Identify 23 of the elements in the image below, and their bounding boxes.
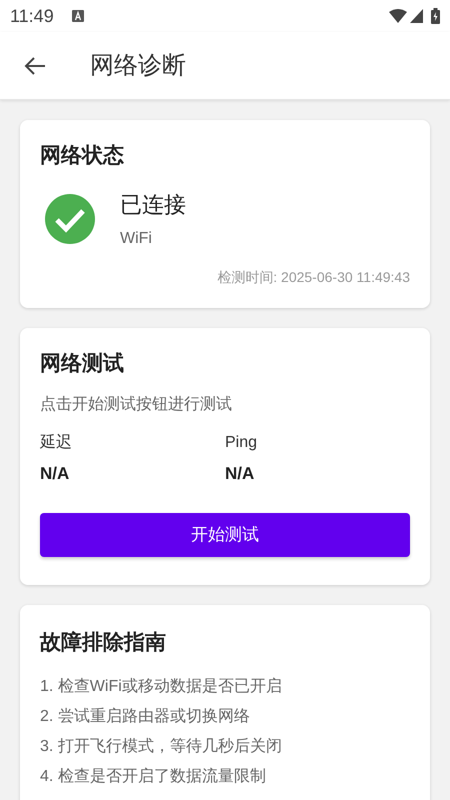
start-test-button[interactable]: 开始测试 [40, 512, 410, 556]
guide-step: 1. 检查WiFi或移动数据是否已开启 [40, 676, 410, 698]
connection-state: 已连接 [120, 190, 186, 218]
guide-step: 4. 检查是否开启了数据流量限制 [40, 766, 410, 788]
guide-step: 2. 尝试重启路由器或切换网络 [40, 706, 410, 728]
card-title: 网络状态 [40, 143, 125, 169]
metric-label: 延迟 [40, 432, 73, 453]
back-arrow-icon [24, 56, 46, 74]
keyboard-icon [72, 10, 84, 22]
battery-icon [431, 8, 440, 24]
wifi-icon [389, 9, 407, 23]
metric-label: Ping [225, 433, 258, 453]
check-time: 检测时间: 2025-06-30 11:49:43 [217, 268, 410, 286]
status-time: 11:49 [10, 4, 54, 28]
screen-title: 网络诊断 [90, 50, 186, 80]
test-hint: 点击开始测试按钮进行测试 [40, 394, 233, 415]
guide-step: 3. 打开飞行模式，等待几秒后关闭 [40, 736, 410, 758]
network-type: WiFi [120, 228, 153, 248]
card-title: 故障排除指南 [40, 630, 167, 656]
signal-icon [410, 9, 423, 23]
metric-value: N/A [225, 463, 256, 485]
metric-value: N/A [40, 463, 70, 485]
card-title: 网络测试 [40, 350, 125, 376]
